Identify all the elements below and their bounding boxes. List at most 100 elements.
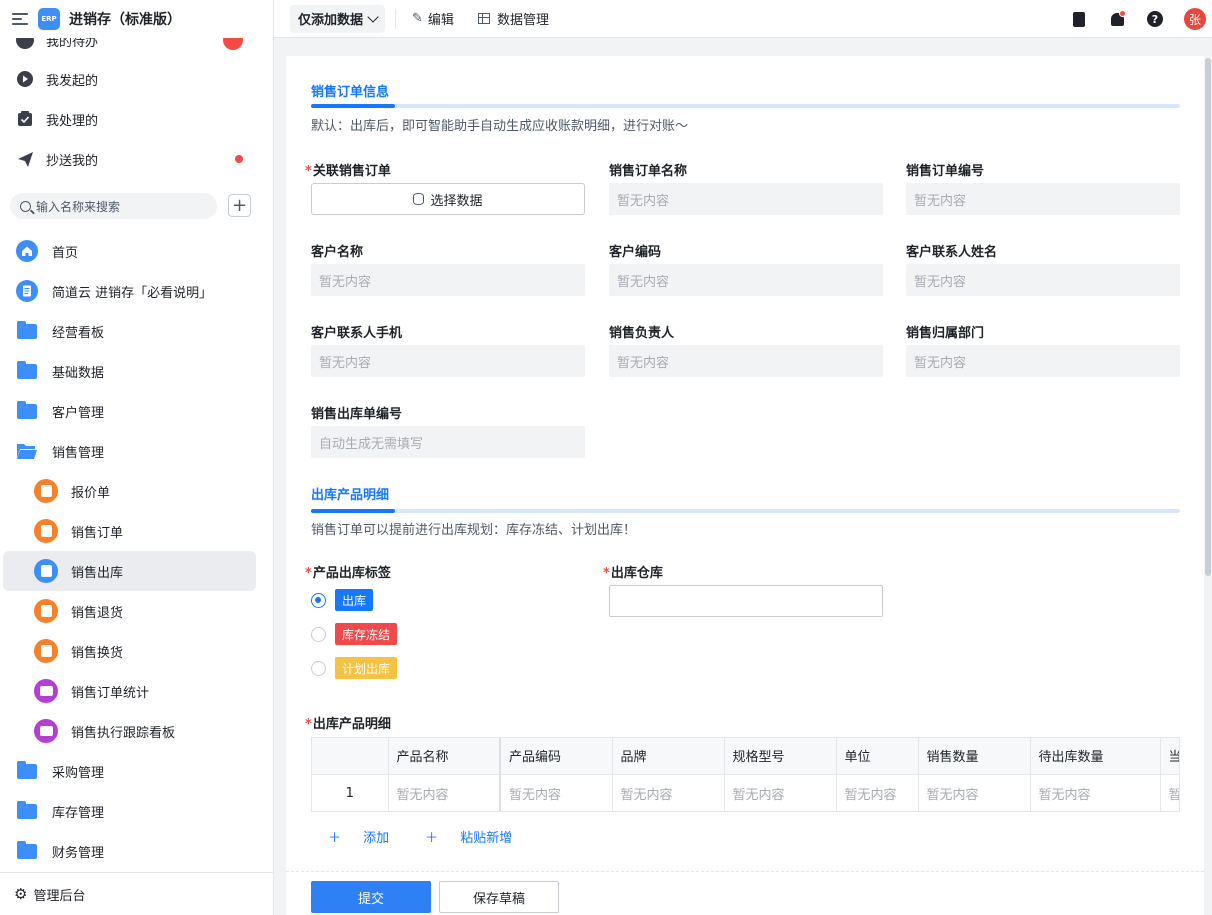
add-row-button[interactable]: ＋ 添加 — [328, 827, 407, 846]
toolbar-right: ? 张 — [1070, 0, 1212, 38]
folder-icon — [16, 360, 38, 382]
field-label: 客户编码 — [609, 245, 662, 260]
field-label: 销售订单编号 — [906, 164, 985, 179]
sidebar-item-sales[interactable]: 销售管理 — [0, 431, 273, 471]
sidebar-item-label: 经营看板 — [52, 325, 105, 341]
field-label: *出库产品明细 — [305, 717, 391, 732]
scrollbar-thumb[interactable] — [1205, 58, 1211, 576]
book-icon[interactable] — [1070, 10, 1088, 28]
field-label: 销售出库单编号 — [311, 407, 403, 422]
scrollbar[interactable] — [1204, 56, 1212, 915]
app-header: ERP 进销存（标准版） — [0, 0, 273, 38]
detail-table: 产品名称 产品编码 品牌 规格型号 单位 销售数量 待出库数量 当 1 暂无内容… — [311, 737, 1180, 812]
table-cell[interactable]: 暂无内容 — [836, 774, 919, 811]
sidebar-item-label: 采购管理 — [52, 765, 105, 781]
mode-dropdown[interactable]: 仅添加数据 — [290, 4, 386, 33]
table-cell[interactable]: 暂 — [1160, 774, 1179, 811]
sidebar-item-sales-outbound[interactable]: 销售出库 — [3, 551, 256, 591]
sidebar-item-handled[interactable]: 我处理的 — [0, 99, 273, 139]
radio-option-freeze[interactable]: 库存冻结 — [311, 623, 398, 645]
section-desc: 销售订单可以提前进行出库规划：库存冻结、计划出库！ — [311, 523, 637, 538]
unread-dot — [235, 155, 243, 163]
sidebar-item-label: 财务管理 — [52, 845, 105, 861]
radio-unchecked[interactable] — [311, 626, 326, 642]
sidebar-item-basic-data[interactable]: 基础数据 — [0, 351, 273, 391]
row-index: 1 — [312, 774, 389, 811]
table-cell[interactable]: 暂无内容 — [612, 774, 725, 811]
sidebar-item-sales-order[interactable]: 销售订单 — [0, 511, 273, 551]
sidebar-item-order-stats[interactable]: 销售订单统计 — [0, 671, 273, 711]
table-cell[interactable]: 暂无内容 — [918, 774, 1031, 811]
paste-add-button[interactable]: ＋ 粘贴新增 — [425, 827, 530, 846]
search-placeholder: 输入名称来搜索 — [36, 199, 121, 214]
form-icon — [34, 479, 58, 503]
customer-code-field: 暂无内容 — [609, 264, 883, 296]
sales-dept-field: 暂无内容 — [906, 345, 1180, 377]
sidebar-item-purchase[interactable]: 采购管理 — [0, 751, 273, 791]
help-icon[interactable]: ? — [1146, 10, 1164, 28]
add-button[interactable]: + — [228, 194, 251, 217]
play-circle-icon — [16, 70, 34, 88]
contact-name-field: 暂无内容 — [906, 264, 1180, 296]
radio-option-planned[interactable]: 计划出库 — [311, 657, 398, 679]
table-cell[interactable]: 暂无内容 — [1030, 774, 1161, 811]
submit-button[interactable]: 提交 — [311, 881, 431, 913]
field-label: *出库仓库 — [603, 566, 663, 581]
menu-toggle-icon[interactable] — [12, 11, 28, 27]
table-cell[interactable]: 暂无内容 — [724, 774, 837, 811]
column-header: 品牌 — [612, 738, 725, 775]
customer-name-field: 暂无内容 — [311, 264, 585, 296]
sidebar-item-label: 我处理的 — [46, 113, 99, 129]
sidebar-item-guide[interactable]: 简道云 进销存「必看说明」 — [0, 271, 273, 311]
sidebar-item-finance[interactable]: 财务管理 — [0, 831, 273, 871]
plus-icon: ＋ — [425, 831, 443, 846]
bell-icon[interactable] — [1108, 10, 1126, 28]
sidebar-item-initiated[interactable]: 我发起的 — [0, 59, 273, 99]
form-icon — [34, 519, 58, 543]
sidebar-item-dashboard[interactable]: 经营看板 — [0, 311, 273, 351]
section-title: 销售订单信息 — [311, 85, 390, 100]
outbound-no-field: 自动生成无需填写 — [311, 426, 585, 458]
section-title: 出库产品明细 — [311, 488, 390, 503]
radio-unchecked[interactable] — [311, 660, 326, 676]
sidebar-item-quote[interactable]: 报价单 — [0, 471, 273, 511]
sidebar-item-inventory[interactable]: 库存管理 — [0, 791, 273, 831]
radio-checked[interactable] — [311, 592, 326, 608]
avatar[interactable]: 张 — [1184, 8, 1206, 30]
sidebar-item-cc[interactable]: 抄送我的 — [0, 139, 273, 179]
search-icon — [20, 200, 31, 212]
app-logo: ERP — [38, 8, 60, 30]
admin-link[interactable]: ⚙ 管理后台 — [0, 872, 273, 915]
chevron-down-icon — [367, 10, 379, 23]
table-cell[interactable]: 暂无内容 — [500, 774, 613, 811]
data-manage-label: 数据管理 — [496, 13, 549, 28]
field-label: 客户联系人姓名 — [906, 245, 998, 260]
form-card: 销售订单信息 默认：出库后，即可智能助手自动生成应收账款明细，进行对账～ *关联… — [286, 56, 1204, 915]
sidebar-item-label: 基础数据 — [52, 365, 105, 381]
sidebar-item-label: 销售管理 — [52, 445, 105, 461]
report-icon — [34, 719, 58, 743]
select-data-label: 选择数据 — [430, 193, 483, 209]
sidebar-item-customers[interactable]: 客户管理 — [0, 391, 273, 431]
form-icon — [34, 639, 58, 663]
radio-option-outbound[interactable]: 出库 — [311, 589, 374, 611]
form-icon — [34, 599, 58, 623]
field-label: 销售订单名称 — [609, 164, 688, 179]
field-label: *产品出库标签 — [305, 566, 391, 581]
table-header-row: 产品名称 产品编码 品牌 规格型号 单位 销售数量 待出库数量 当 — [312, 738, 1179, 775]
home-icon — [16, 240, 38, 262]
warehouse-input[interactable] — [609, 585, 883, 617]
select-data-button[interactable]: 选择数据 — [311, 183, 585, 215]
divider — [395, 8, 397, 29]
table-cell[interactable]: 暂无内容 — [388, 774, 501, 811]
search-input[interactable]: 输入名称来搜索 — [10, 193, 217, 219]
sidebar-item-sales-exchange[interactable]: 销售换货 — [0, 631, 273, 671]
edit-button[interactable]: ✎ 编辑 — [412, 9, 454, 28]
sidebar-item-home[interactable]: 首页 — [0, 231, 273, 271]
data-manage-button[interactable]: 数据管理 — [477, 9, 549, 28]
sidebar-item-tracking-board[interactable]: 销售执行跟踪看板 — [0, 711, 273, 751]
sidebar-item-sales-return[interactable]: 销售退货 — [0, 591, 273, 631]
save-draft-button[interactable]: 保存草稿 — [439, 881, 559, 913]
sidebar-item-label: 我发起的 — [46, 73, 99, 89]
plus-icon: ＋ — [328, 831, 346, 846]
